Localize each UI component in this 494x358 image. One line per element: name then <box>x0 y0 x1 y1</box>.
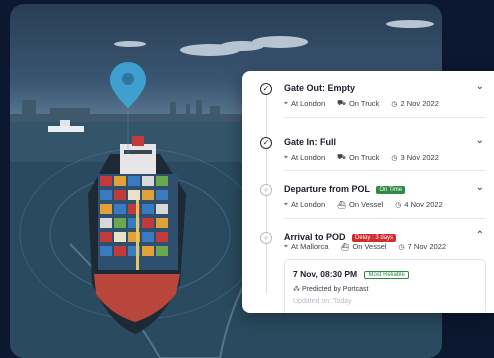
shipment-timeline-panel: ✓ Gate Out: Empty ⌄ ⌖ At London ⛟ On Tru… <box>242 71 494 313</box>
location-pin-icon: ⌖ <box>284 99 288 107</box>
check-circle-icon: ✓ <box>260 137 272 149</box>
event-location: At London <box>290 153 326 162</box>
event-location: At London <box>290 200 326 209</box>
location-pin-icon: ⌖ <box>284 153 288 161</box>
timeline-event[interactable]: + Departure from POL On Time ⌄ ⌖ At Lond… <box>242 172 494 222</box>
clock-icon: ◷ <box>391 100 398 108</box>
event-date: 2 Nov 2022 <box>400 99 439 108</box>
predicted-time: 7 Nov, 08:30 PM Most Reliable <box>293 269 409 279</box>
event-meta: ⌖ At London ⛟ On Truck ◷ 2 Nov 2022 <box>284 99 439 108</box>
event-transport: On Truck <box>348 153 380 162</box>
clock-icon: ◷ <box>398 243 405 251</box>
chevron-down-icon[interactable]: ⌄ <box>476 81 484 92</box>
updated-label: Updated on: Today <box>293 298 352 305</box>
event-transport: On Truck <box>348 99 380 108</box>
predicted-time-text: 7 Nov, 08:30 PM <box>293 269 358 279</box>
event-location: At Mallorca <box>290 242 329 251</box>
portcast-icon: ⁂ <box>293 286 300 293</box>
chevron-down-icon[interactable]: ⌄ <box>476 135 484 146</box>
clock-icon: ◷ <box>391 154 398 162</box>
event-location: At London <box>290 99 326 108</box>
delay-badge: Delay : 3 days <box>352 234 397 242</box>
divider <box>284 170 486 171</box>
pending-circle-icon: + <box>260 184 272 196</box>
divider <box>284 117 486 118</box>
check-circle-icon: ✓ <box>260 83 272 95</box>
event-meta: ⌖ At London ⛟ On Truck ◷ 3 Nov 2022 <box>284 153 439 162</box>
event-title-text: Arrival to POD <box>284 232 346 242</box>
predicted-by-text: Predicted by Portcast <box>301 286 369 293</box>
event-date: 4 Nov 2022 <box>404 200 443 209</box>
timeline-event[interactable]: ✓ Gate Out: Empty ⌄ ⌖ At London ⛟ On Tru… <box>242 71 494 121</box>
event-date: 7 Nov 2022 <box>407 242 447 251</box>
prediction-card: 7 Nov, 08:30 PM Most Reliable ⁂ Predicte… <box>284 259 486 313</box>
clock-icon: ◷ <box>395 201 402 209</box>
status-badge: On Time <box>376 186 406 194</box>
pending-circle-icon: + <box>260 232 272 244</box>
chevron-down-icon[interactable]: ⌄ <box>476 182 484 193</box>
location-pin-icon: ⌖ <box>284 242 288 250</box>
timeline-event[interactable]: ✓ Gate In: Full ⌄ ⌖ At London ⛟ On Truck… <box>242 125 494 175</box>
event-date: 3 Nov 2022 <box>400 153 439 162</box>
location-pin-icon: ⌖ <box>284 200 288 208</box>
event-title-text: Departure from POL <box>284 184 370 194</box>
divider <box>284 218 486 219</box>
event-title: Gate Out: Empty <box>284 83 356 93</box>
event-meta: ⌖ At Mallorca ⛴ On Vessel ◷ 7 Nov 2022 <box>284 242 446 251</box>
event-transport: On Vessel <box>349 200 384 209</box>
truck-icon: ⛟ <box>337 154 346 161</box>
reliability-badge: Most Reliable <box>364 271 409 279</box>
event-transport: On Vessel <box>352 242 387 251</box>
vessel-icon: ⛴ <box>340 243 350 251</box>
chevron-up-icon[interactable]: ⌃ <box>476 230 484 241</box>
event-title: Arrival to POD Delay : 3 days <box>284 232 397 242</box>
map-pin-icon <box>110 62 146 108</box>
predicted-by: ⁂ Predicted by Portcast <box>293 285 368 293</box>
event-title: Gate In: Full <box>284 137 337 147</box>
vessel-icon: ⛴ <box>337 201 347 209</box>
event-meta: ⌖ At London ⛴ On Vessel ◷ 4 Nov 2022 <box>284 200 443 209</box>
event-title: Departure from POL On Time <box>284 184 406 194</box>
truck-icon: ⛟ <box>337 100 346 107</box>
